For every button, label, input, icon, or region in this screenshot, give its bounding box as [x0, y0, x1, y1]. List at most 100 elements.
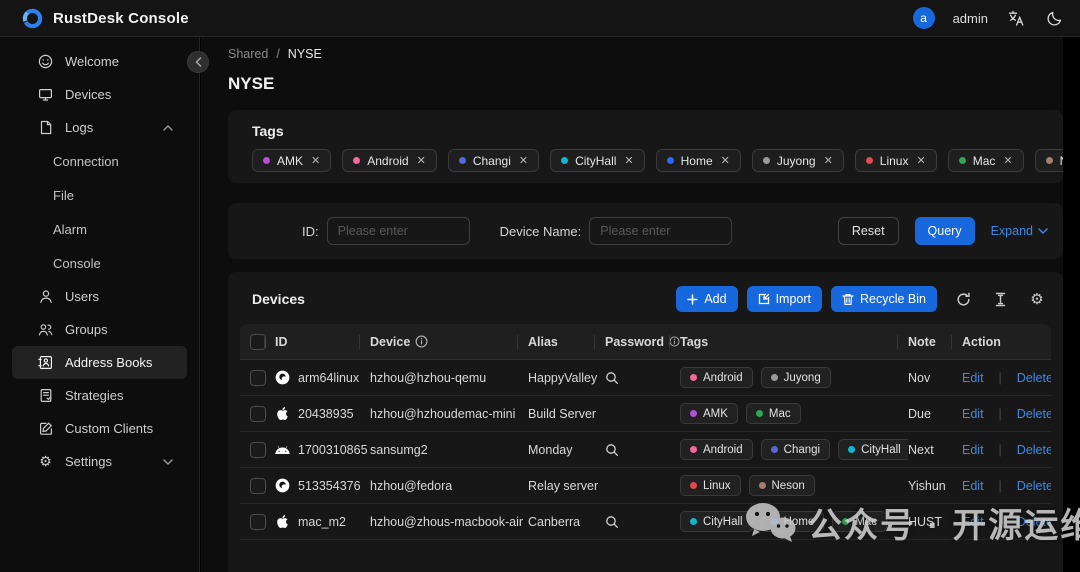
tag-chip-home[interactable]: Home✕: [656, 149, 741, 172]
edit-link[interactable]: Edit: [962, 479, 984, 493]
tag-chip-android[interactable]: Android ✕: [342, 149, 437, 172]
tag-dot: [763, 157, 770, 164]
table-settings-gear-icon[interactable]: ⚙: [1026, 288, 1048, 310]
edit-link[interactable]: Edit: [962, 515, 984, 529]
sidebar-collapse-button[interactable]: [187, 51, 209, 73]
breadcrumb-parent[interactable]: Shared: [228, 47, 268, 61]
tag-chip-juyong[interactable]: Juyong✕: [752, 149, 844, 172]
delete-link[interactable]: Delete: [1017, 371, 1051, 385]
delete-link[interactable]: Delete: [1017, 515, 1051, 529]
view-password-icon[interactable]: [605, 515, 619, 529]
tag-label: Android: [367, 154, 408, 168]
sidebar-item-strategies[interactable]: Strategies: [12, 379, 187, 412]
tag-close-icon[interactable]: ✕: [1003, 154, 1012, 167]
sidebar-item-users[interactable]: Users: [12, 280, 187, 313]
row-checkbox[interactable]: [250, 406, 266, 422]
select-all-checkbox[interactable]: [250, 334, 266, 350]
tag-close-icon[interactable]: ✕: [721, 154, 730, 167]
delete-link[interactable]: Delete: [1017, 407, 1051, 421]
row-tag: Neson: [749, 475, 815, 496]
breadcrumb-separator: /: [276, 47, 279, 61]
sidebar-item-alarm[interactable]: Alarm: [0, 212, 199, 246]
filter-panel: ID: Device Name: Reset Query Expand: [228, 203, 1063, 259]
username[interactable]: admin: [953, 11, 988, 26]
tag-close-icon[interactable]: ✕: [311, 154, 320, 167]
sidebar-item-file[interactable]: File: [0, 178, 199, 212]
row-height-icon[interactable]: [989, 288, 1011, 310]
column-header-tags: Tags: [680, 324, 908, 359]
sidebar-item-label: Settings: [65, 454, 112, 469]
add-device-button[interactable]: Add: [676, 286, 737, 312]
table-row: 1700310865 sansumg2 Monday Android Chang…: [240, 432, 1051, 468]
edit-link[interactable]: Edit: [962, 443, 984, 457]
row-checkbox[interactable]: [250, 478, 266, 494]
tag-chip-mac[interactable]: Mac ✕: [948, 149, 1024, 172]
user-icon: [38, 289, 53, 304]
tag-dot: [959, 157, 966, 164]
reset-button[interactable]: Reset: [838, 217, 899, 245]
edit-link[interactable]: Edit: [962, 371, 984, 385]
tag-label: AMK: [277, 154, 303, 168]
tag-dot: [353, 157, 360, 164]
device-note: Nov: [908, 371, 962, 385]
tag-chip-cityhall[interactable]: CityHall✕: [550, 149, 645, 172]
import-button[interactable]: Import: [747, 286, 822, 312]
sidebar-item-address-books[interactable]: Address Books: [12, 346, 187, 379]
sidebar-item-connection[interactable]: Connection: [0, 144, 199, 178]
info-icon[interactable]: [669, 335, 680, 348]
user-avatar[interactable]: a: [913, 7, 935, 29]
sidebar-item-label: Strategies: [65, 388, 124, 403]
tag-chip-linux[interactable]: Linux✕: [855, 149, 937, 172]
column-header-action: Action: [962, 324, 1051, 359]
device-name: hzhou@fedora: [370, 479, 528, 493]
tag-label: Mac: [973, 154, 996, 168]
tag-close-icon[interactable]: ✕: [824, 154, 833, 167]
sidebar-item-groups[interactable]: Groups: [12, 313, 187, 346]
rustdesk-logo-icon: [22, 8, 43, 29]
view-password-icon[interactable]: [605, 371, 619, 385]
id-filter-input[interactable]: [327, 217, 470, 245]
info-icon[interactable]: [415, 335, 428, 348]
tag-close-icon[interactable]: ✕: [417, 154, 426, 167]
action-divider: |: [999, 479, 1002, 493]
sidebar-item-welcome[interactable]: Welcome: [12, 45, 187, 78]
tag-chip-changi[interactable]: Changi✕: [448, 149, 539, 172]
sidebar-item-logs[interactable]: Logs: [12, 111, 187, 144]
tag-close-icon[interactable]: ✕: [519, 154, 528, 167]
view-password-icon[interactable]: [605, 443, 619, 457]
recycle-bin-button[interactable]: Recycle Bin: [831, 286, 937, 312]
sidebar-item-devices[interactable]: Devices: [12, 78, 187, 111]
tag-close-icon[interactable]: ✕: [916, 154, 925, 167]
device-name-filter-input[interactable]: [589, 217, 732, 245]
device-note: Next: [908, 443, 962, 457]
row-checkbox[interactable]: [250, 514, 266, 530]
right-letterbox: [1063, 37, 1080, 572]
tag-chip-amk[interactable]: AMK ✕: [252, 149, 331, 172]
action-divider: |: [999, 371, 1002, 385]
expand-toggle[interactable]: Expand: [991, 224, 1048, 238]
chevron-down-icon: [163, 459, 173, 465]
sidebar-item-console[interactable]: Console: [0, 246, 199, 280]
language-icon[interactable]: [1006, 8, 1026, 28]
sidebar-item-custom-clients[interactable]: Custom Clients: [12, 412, 187, 445]
action-divider: |: [999, 443, 1002, 457]
sidebar-item-settings[interactable]: ⚙ Settings: [12, 445, 187, 478]
sidebar-item-label: Custom Clients: [65, 421, 153, 436]
row-checkbox[interactable]: [250, 442, 266, 458]
device-id: 20438935: [298, 407, 354, 421]
delete-link[interactable]: Delete: [1017, 443, 1051, 457]
tag-dot: [459, 157, 466, 164]
brand[interactable]: RustDesk Console: [0, 8, 189, 29]
gear-icon: ⚙: [38, 454, 53, 469]
query-button[interactable]: Query: [915, 217, 975, 245]
smiley-icon: [38, 54, 53, 69]
row-tag: Changi: [761, 439, 830, 460]
column-header-password: Password: [605, 324, 680, 359]
edit-link[interactable]: Edit: [962, 407, 984, 421]
device-note: Yishun: [908, 479, 962, 493]
tag-close-icon[interactable]: ✕: [624, 154, 633, 167]
delete-link[interactable]: Delete: [1017, 479, 1051, 493]
row-checkbox[interactable]: [250, 370, 266, 386]
dark-mode-icon[interactable]: [1044, 8, 1064, 28]
refresh-icon[interactable]: [952, 288, 974, 310]
